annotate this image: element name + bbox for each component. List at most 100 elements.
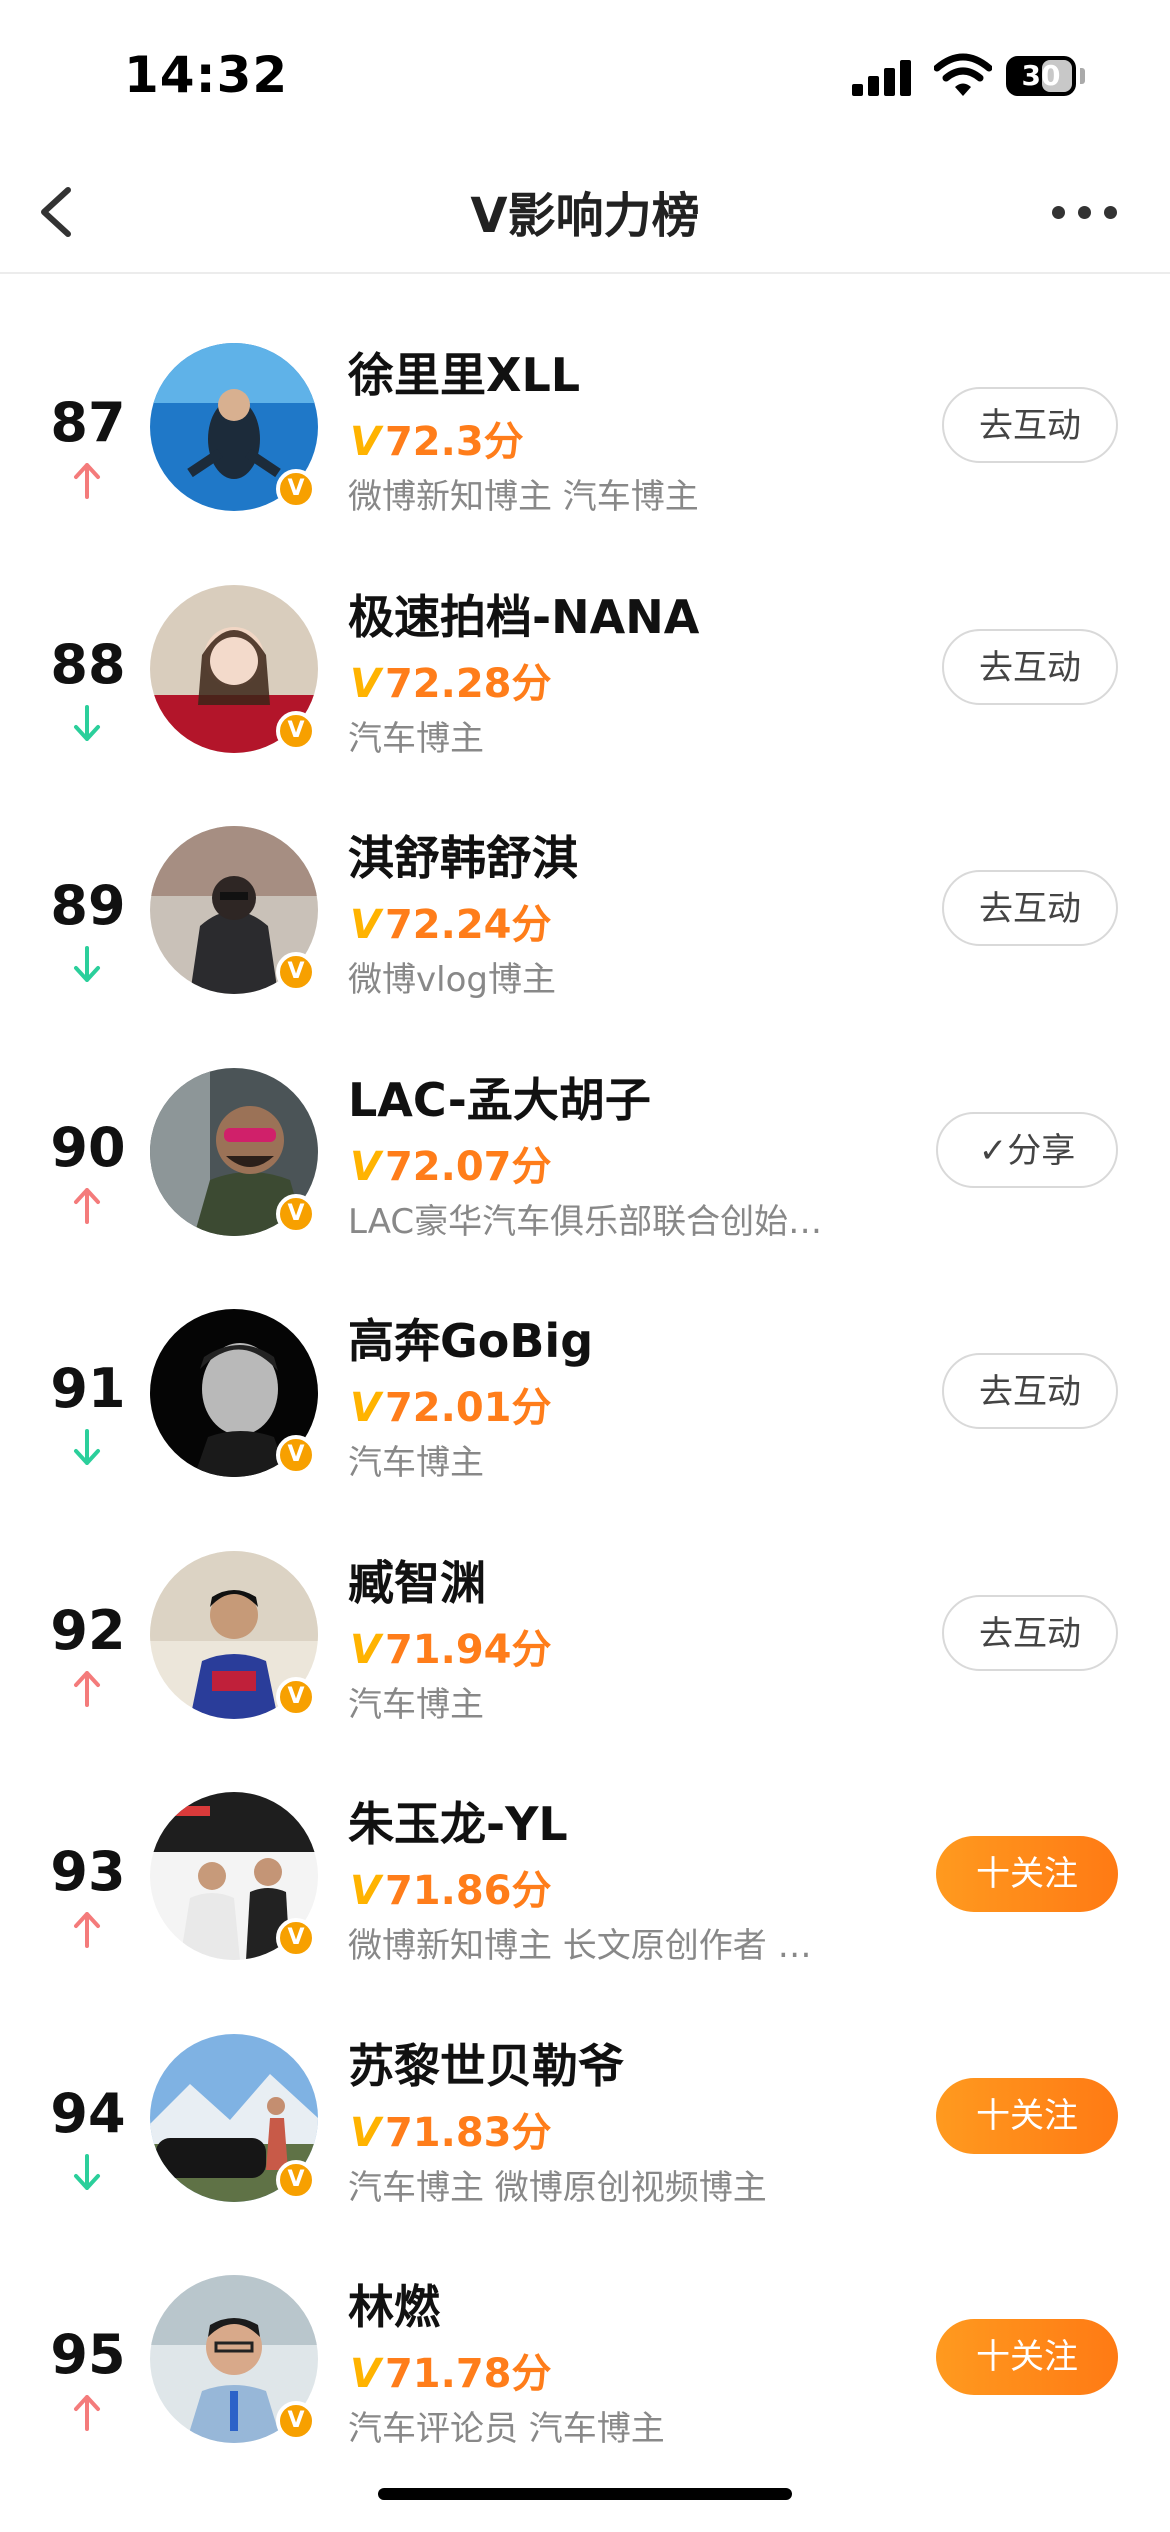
rank-row[interactable]: 92 V 臧智渊 V 71.94分 汽车博主 去互动 (0, 1483, 1170, 1725)
v-mark: V (350, 2109, 381, 2156)
rank-row[interactable]: 91 V 高奔GoBig V 72.01分 汽车博主 去互动 (0, 1241, 1170, 1483)
avatar[interactable]: V (150, 343, 318, 511)
avatar[interactable]: V (150, 826, 318, 994)
rank-number: 95 (50, 2323, 126, 2386)
v-mark: V (350, 1385, 381, 1431)
interact-button[interactable]: 去互动 (942, 870, 1118, 946)
cellular-signal-icon (852, 60, 914, 96)
v-mark: V (350, 902, 381, 948)
v-mark: V (350, 2351, 381, 2397)
rank-row[interactable]: 87 V 徐里里XLL V 72.3分 微博新知博主 汽车博主 去互动 (0, 275, 1170, 517)
user-tags: 汽车博主 微博原创视频博主 (348, 2167, 767, 2208)
score-value: 71.78分 (384, 2351, 552, 2397)
trend-up-arrow-icon (74, 463, 100, 499)
v-mark: V (350, 1868, 381, 1914)
interact-button[interactable]: 去互动 (942, 1594, 1118, 1671)
trend-down-arrow-icon (74, 2153, 100, 2190)
influence-score: V 72.01分 (350, 1375, 552, 1433)
rank-row[interactable]: 88 V 极速拍档-NANA V 72.28分 汽车博主 去互动 (0, 517, 1170, 759)
avatar[interactable]: V (150, 2275, 318, 2443)
v-mark: V (350, 419, 381, 465)
rank-number: 88 (50, 632, 126, 696)
verified-badge-icon: V (276, 1193, 316, 1234)
avatar[interactable]: V (150, 1550, 318, 1719)
interact-button[interactable]: 去互动 (942, 387, 1118, 463)
battery-level: 30 (1021, 59, 1061, 92)
nav-bar: V影响力榜 (0, 150, 1170, 274)
user-name[interactable]: 林燃 (348, 2271, 440, 2337)
trend-up-arrow-icon (74, 1670, 100, 1707)
avatar[interactable]: V (150, 584, 318, 753)
user-name[interactable]: 高奔GoBig (348, 1305, 593, 1371)
rank-row[interactable]: 95 V 林燃 V 71.78分 汽车评论员 汽车博主 十关注 (0, 2207, 1170, 2449)
avatar[interactable]: V (150, 2033, 318, 2202)
trend-down-arrow-icon (74, 1429, 100, 1465)
trend-down-arrow-icon (74, 704, 100, 741)
influence-score: V 71.83分 (350, 2100, 552, 2158)
score-value: 71.94分 (384, 1626, 552, 1673)
score-value: 71.86分 (384, 1868, 552, 1914)
more-options-button[interactable] (1052, 192, 1132, 232)
user-tags: 汽车博主 (348, 718, 484, 759)
page-title: V影响力榜 (470, 188, 700, 244)
user-name[interactable]: 淇舒韩舒淇 (348, 822, 578, 888)
verified-badge-icon: V (276, 710, 316, 751)
influence-score: V 72.3分 (350, 409, 524, 467)
follow-button[interactable]: 十关注 (936, 2319, 1118, 2395)
user-name[interactable]: 臧智渊 (348, 1547, 486, 1613)
verified-badge-icon: V (276, 2401, 316, 2441)
rank-number: 92 (50, 1598, 126, 1662)
trend-up-arrow-icon (74, 2395, 100, 2431)
user-tags: 汽车博主 (348, 1684, 484, 1725)
user-tags: LAC豪华汽车俱乐部联合创始… (348, 1201, 823, 1242)
user-name[interactable]: 朱玉龙-YL (348, 1788, 568, 1854)
verified-badge-icon: V (276, 1435, 316, 1475)
influence-score: V 71.86分 (350, 1858, 552, 1916)
verified-badge-icon: V (276, 469, 316, 509)
status-time: 14:32 (124, 46, 289, 104)
interact-button[interactable]: 去互动 (942, 1353, 1118, 1429)
avatar[interactable]: V (150, 1309, 318, 1477)
score-value: 72.01分 (384, 1385, 552, 1431)
influence-score: V 72.28分 (350, 651, 552, 709)
rank-row[interactable]: 93 V 朱玉龙-YL V 71.86分 微博新知博主 长文原创作者 … 十关注 (0, 1724, 1170, 1966)
user-name[interactable]: LAC-孟大胡子 (348, 1064, 651, 1130)
v-mark: V (350, 660, 381, 707)
rank-number: 90 (50, 1115, 126, 1179)
share-button[interactable]: ✓分享 (936, 1111, 1118, 1188)
user-name[interactable]: 极速拍档-NANA (348, 581, 699, 647)
user-name[interactable]: 苏黎世贝勒爷 (348, 2030, 624, 2096)
follow-button[interactable]: 十关注 (936, 1836, 1118, 1912)
rank-number: 94 (50, 2081, 126, 2145)
influence-score: V 71.78分 (350, 2341, 552, 2399)
user-tags: 汽车评论员 汽车博主 (348, 2409, 665, 2449)
user-tags: 微博vlog博主 (348, 960, 556, 1000)
home-indicator (378, 2488, 792, 2500)
interact-button[interactable]: 去互动 (942, 628, 1118, 705)
verified-badge-icon: V (276, 2159, 316, 2200)
verified-badge-icon: V (276, 1676, 316, 1717)
wifi-icon (933, 52, 993, 98)
rank-number: 93 (50, 1840, 126, 1903)
battery-cap (1080, 68, 1085, 84)
rank-row[interactable]: 89 V 淇舒韩舒淇 V 72.24分 微博vlog博主 去互动 (0, 758, 1170, 1000)
avatar[interactable]: V (150, 1792, 318, 1960)
rank-number: 89 (50, 874, 126, 937)
score-value: 72.07分 (384, 1143, 552, 1190)
influence-score: V 71.94分 (350, 1617, 552, 1675)
rank-row[interactable]: 90 V LAC-孟大胡子 V 72.07分 LAC豪华汽车俱乐部联合创始… ✓分… (0, 1000, 1170, 1242)
user-tags: 汽车博主 (348, 1443, 484, 1483)
verified-badge-icon: V (276, 1918, 316, 1958)
score-value: 71.83分 (384, 2109, 552, 2156)
user-name[interactable]: 徐里里XLL (348, 339, 580, 405)
rank-number: 87 (50, 391, 126, 454)
rank-row[interactable]: 94 V 苏黎世贝勒爷 V 71.83分 汽车博主 微博原创视频博主 十关注 (0, 1966, 1170, 2208)
trend-down-arrow-icon (74, 946, 100, 982)
avatar[interactable]: V (150, 1067, 318, 1236)
status-bar: 14:32 30 (0, 0, 1170, 150)
rank-number: 91 (50, 1357, 126, 1420)
score-value: 72.24分 (384, 902, 552, 948)
battery-icon: 30 (1006, 56, 1076, 96)
follow-button[interactable]: 十关注 (936, 2077, 1118, 2154)
influence-score: V 72.24分 (350, 892, 552, 950)
